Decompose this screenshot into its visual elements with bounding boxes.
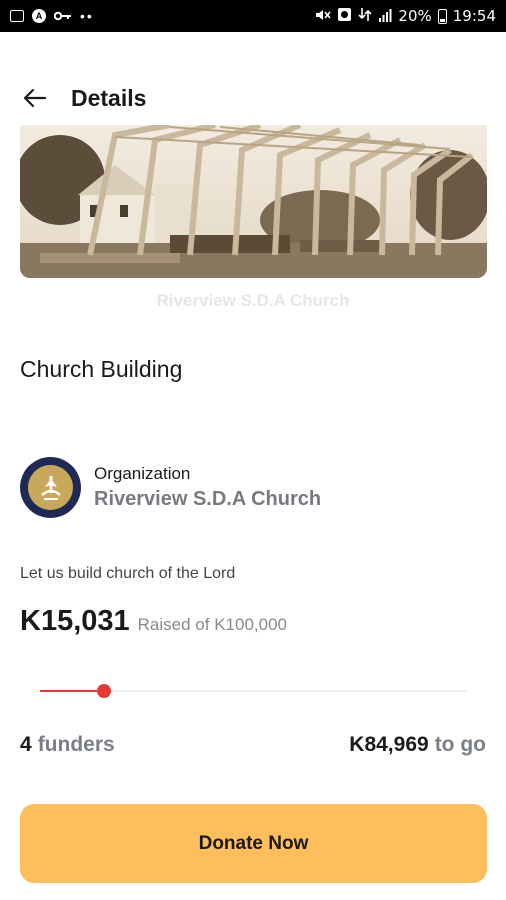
- key-icon: [53, 10, 72, 23]
- more-dots-icon: ••: [80, 8, 94, 24]
- campaign-description: Let us build church of the Lord: [20, 565, 236, 582]
- donate-now-button[interactable]: Donate Now: [20, 804, 487, 883]
- campaign-image: [20, 125, 487, 278]
- image-watermark: Riverview S.D.A Church: [156, 291, 350, 310]
- app-header: Details: [0, 78, 506, 118]
- page-title: Details: [71, 85, 147, 111]
- remaining-amount: K84,969 to go: [349, 733, 486, 757]
- organization-name[interactable]: Riverview S.D.A Church: [94, 488, 321, 511]
- a-icon: A: [32, 9, 46, 23]
- battery-icon: [437, 8, 447, 24]
- progress-thumb: [97, 684, 112, 698]
- organization-label: Organization: [94, 464, 191, 483]
- back-button[interactable]: [20, 84, 50, 112]
- raised-goal: Raised of K100,000: [137, 615, 287, 634]
- funding-progress-bar: [40, 684, 466, 698]
- signal-icon: [378, 8, 392, 25]
- campaign-title: Church Building: [20, 356, 183, 382]
- status-left-icons: A ••: [10, 8, 94, 24]
- church-logo-icon: [28, 465, 73, 510]
- mute-icon: [315, 8, 332, 25]
- funders-count: 4 funders: [20, 733, 115, 757]
- status-right-icons: 20% 19:54: [315, 7, 496, 25]
- alarm-icon: [337, 7, 352, 25]
- funders-label: funders: [37, 733, 115, 756]
- battery-percent: 20%: [398, 7, 432, 25]
- data-signal-icon: [358, 7, 372, 25]
- raised-summary: K15,031 Raised of K100,000: [20, 605, 287, 638]
- raised-amount: K15,031: [20, 605, 130, 637]
- image-icon: [10, 10, 24, 22]
- status-time: 19:54: [452, 7, 496, 25]
- progress-fill: [40, 690, 105, 692]
- arrow-left-icon: [23, 88, 47, 108]
- funders-number: 4: [20, 733, 32, 756]
- status-bar: A •• 20% 19:54: [0, 0, 506, 32]
- remaining-value: K84,969: [349, 733, 429, 756]
- organization-avatar[interactable]: [20, 457, 81, 518]
- remaining-label: to go: [434, 733, 486, 756]
